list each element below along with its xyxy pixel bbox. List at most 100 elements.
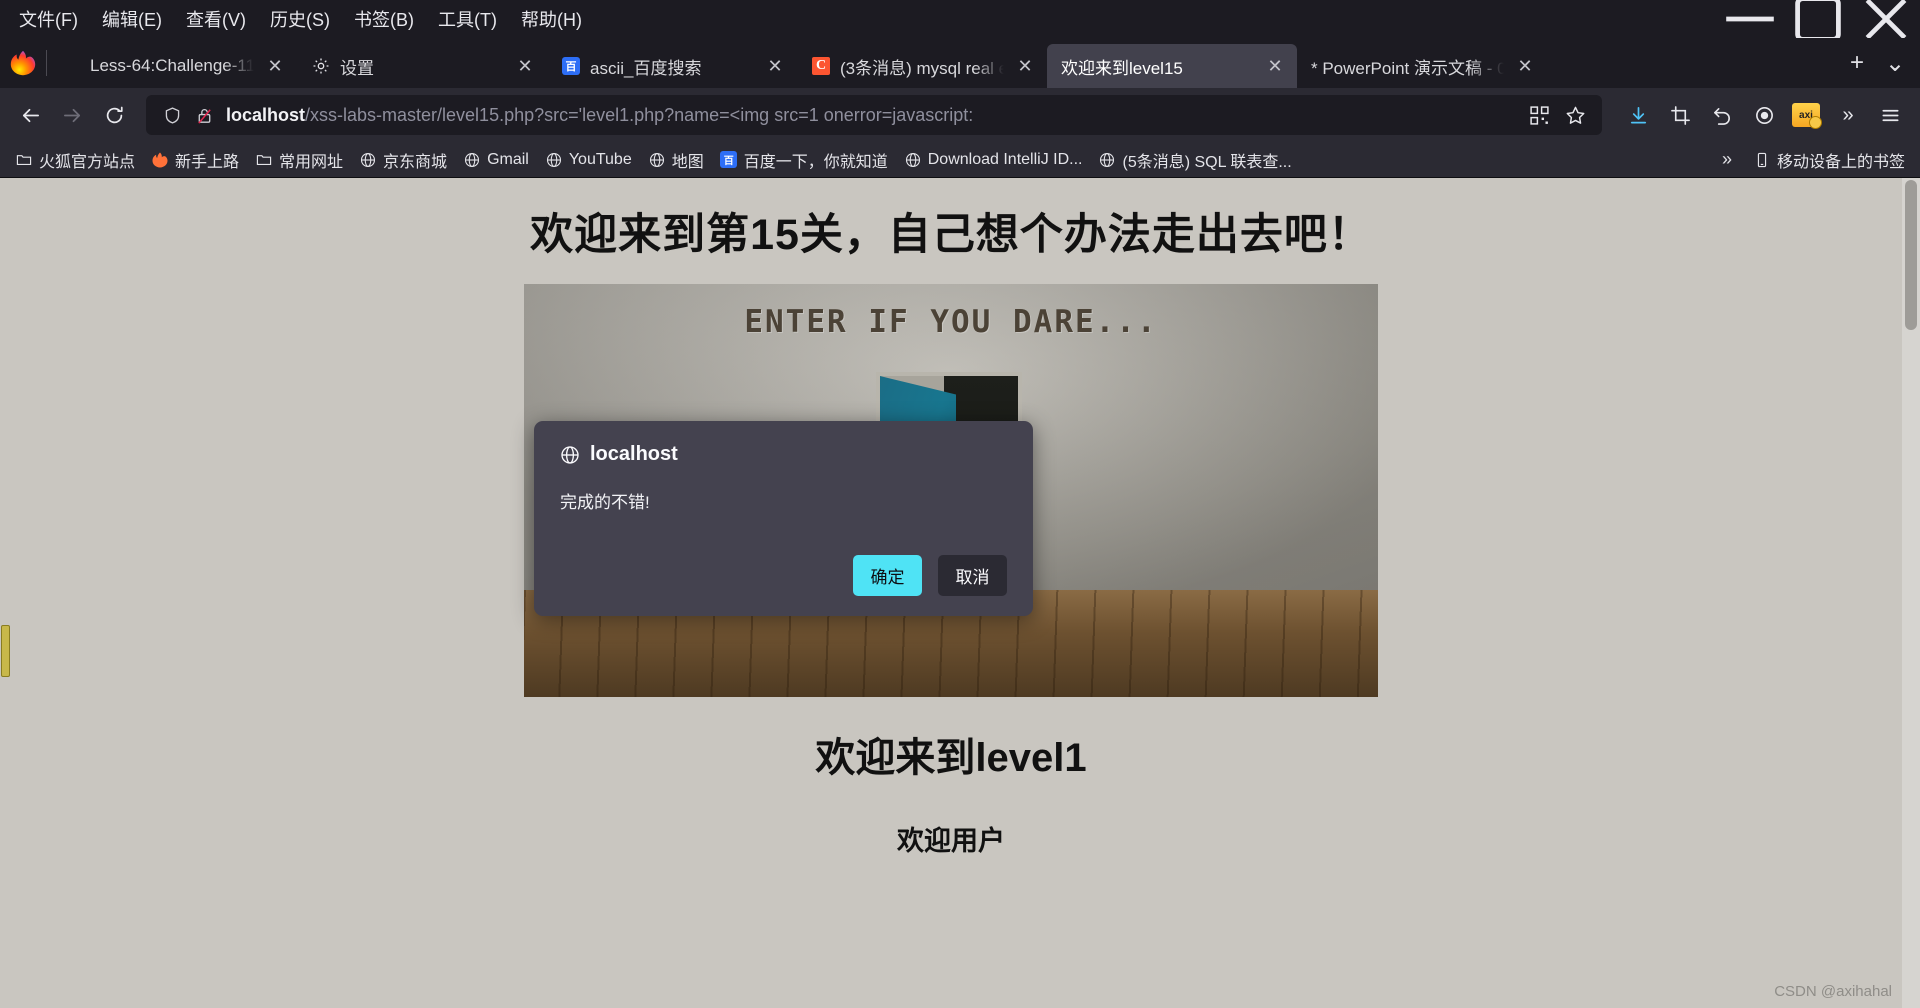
bookmark-label: Download IntelliJ ID...	[927, 150, 1083, 168]
globe-icon	[904, 151, 922, 169]
download-icon[interactable]	[1618, 95, 1658, 135]
csdn-icon: C	[811, 56, 831, 76]
browser-viewport: 欢迎来到第15关，自己想个办法走出去吧！ ENTER IF YOU DARE..…	[0, 178, 1920, 1008]
bookmark-item-jd[interactable]: 京东商城	[352, 144, 454, 176]
bookmarks-toolbar: 火狐官方站点 新手上路 常用网址 京东商城 Gmail YouTube 地图 百…	[0, 142, 1920, 178]
hamburger-menu-icon[interactable]	[1870, 95, 1910, 135]
undo-icon[interactable]	[1702, 95, 1742, 135]
url-bar[interactable]: localhost/xss-labs-master/level15.php?sr…	[146, 95, 1602, 135]
close-icon[interactable]	[1852, 0, 1920, 40]
default-page-icon	[61, 56, 81, 76]
url-path: /xss-labs-master/level15.php?src='level1…	[305, 104, 974, 125]
bookmark-label: 火狐官方站点	[39, 153, 136, 171]
bookmark-label: 百度一下，你就知道	[743, 153, 888, 171]
url-text[interactable]: localhost/xss-labs-master/level15.php?sr…	[220, 105, 1522, 126]
bookmark-item-maps[interactable]: 地图	[641, 144, 711, 176]
firefox-logo-icon	[0, 38, 46, 88]
tab-powerpoint[interactable]: * PowerPoint 演示文稿 - 02_ ✕	[1297, 44, 1547, 88]
lock-broken-icon[interactable]	[188, 99, 220, 131]
menu-item-bookmarks[interactable]: 书签(B)	[343, 2, 425, 36]
shield-icon[interactable]	[156, 99, 188, 131]
tab-level15[interactable]: 欢迎来到level15 ✕	[1047, 44, 1297, 88]
bookmarks-overflow-button[interactable]: »	[1710, 145, 1744, 175]
menu-bar: 文件(F) 编辑(E) 查看(V) 历史(S) 书签(B) 工具(T) 帮助(H…	[0, 2, 593, 36]
bookmark-item-baidu[interactable]: 百 百度一下，你就知道	[713, 144, 895, 176]
welcome-user-text: 欢迎用户	[897, 826, 1005, 856]
globe-icon	[463, 151, 481, 169]
tab-title: ascii_百度搜索	[590, 58, 702, 78]
tab-close-icon[interactable]: ✕	[1263, 54, 1287, 78]
new-tab-button[interactable]: +	[1838, 44, 1876, 82]
bookmark-label: 移动设备上的书签	[1776, 153, 1905, 171]
title-bar: 文件(F) 编辑(E) 查看(V) 历史(S) 书签(B) 工具(T) 帮助(H…	[0, 0, 1920, 42]
qr-code-icon[interactable]	[1522, 98, 1556, 132]
bookmark-item-mobile[interactable]: 移动设备上的书签	[1746, 144, 1912, 176]
back-arrow-icon[interactable]	[10, 95, 50, 135]
window-controls	[1716, 0, 1920, 42]
tab-baidu-ascii[interactable]: 百 ascii_百度搜索 ✕	[547, 44, 797, 88]
menu-item-view[interactable]: 查看(V)	[175, 2, 257, 36]
list-all-tabs-button[interactable]: ⌄	[1876, 44, 1914, 82]
extension-badge: axi	[1792, 103, 1822, 129]
url-bar-actions	[1522, 98, 1592, 132]
tab-csdn-mysql[interactable]: C (3条消息) mysql real esc ✕	[797, 44, 1047, 88]
watermark-text: CSDN @axihahal	[1774, 983, 1892, 1000]
bookmark-item-firefox-site[interactable]: 火狐官方站点	[8, 144, 142, 176]
tab-close-icon[interactable]: ✕	[1513, 54, 1537, 78]
bookmark-item-intellij[interactable]: Download IntelliJ ID...	[897, 147, 1090, 173]
tab-close-icon[interactable]: ✕	[763, 54, 787, 78]
reload-icon[interactable]	[94, 95, 134, 135]
tab-title: 设置	[340, 58, 374, 78]
url-host: localhost	[226, 104, 306, 125]
menu-item-help[interactable]: 帮助(H)	[510, 2, 593, 36]
baidu-icon: 百	[561, 56, 581, 76]
menu-item-history[interactable]: 历史(S)	[259, 2, 341, 36]
tab-title: 欢迎来到level15	[1061, 58, 1183, 78]
tab-title: * PowerPoint 演示文稿 - 02_	[1311, 58, 1504, 78]
star-icon[interactable]	[1558, 98, 1592, 132]
phone-icon	[1753, 151, 1771, 169]
crop-icon[interactable]	[1660, 95, 1700, 135]
tab-title: (3条消息) mysql real esc	[840, 58, 1004, 78]
image-caption-text: ENTER IF YOU DARE...	[744, 304, 1158, 340]
maximize-icon[interactable]	[1784, 0, 1852, 42]
globe-icon	[545, 151, 563, 169]
minimize-icon[interactable]	[1716, 0, 1784, 38]
page-subtitle: 欢迎来到level1	[815, 736, 1087, 780]
bookmark-item-getting-started[interactable]: 新手上路	[144, 144, 246, 176]
scrollbar-thumb[interactable]	[1905, 180, 1917, 330]
tab-less64[interactable]: Less-64:Challenge-11 ✕	[47, 44, 297, 88]
tab-close-icon[interactable]: ✕	[1013, 54, 1037, 78]
folder-icon	[15, 151, 33, 169]
page-left-marker[interactable]	[1, 625, 10, 677]
extension-axi-icon[interactable]: axi	[1786, 95, 1826, 135]
bookmark-label: 常用网址	[279, 153, 344, 171]
door-frame	[876, 372, 1022, 612]
bookmark-item-gmail[interactable]: Gmail	[456, 147, 536, 173]
tab-title: Less-64:Challenge-11	[90, 56, 254, 75]
menu-item-edit[interactable]: 编辑(E)	[91, 2, 173, 36]
menu-item-file[interactable]: 文件(F)	[8, 2, 89, 36]
menu-item-tools[interactable]: 工具(T)	[427, 2, 508, 36]
bookmark-item-youtube[interactable]: YouTube	[538, 147, 639, 173]
record-icon[interactable]	[1744, 95, 1784, 135]
bookmark-label: YouTube	[568, 150, 632, 168]
forward-arrow-icon[interactable]	[52, 95, 92, 135]
tab-close-icon[interactable]: ✕	[513, 54, 537, 78]
bookmark-label: (5条消息) SQL 联表查...	[1122, 153, 1292, 171]
page-content: 欢迎来到第15关，自己想个办法走出去吧！ ENTER IF YOU DARE..…	[0, 178, 1902, 1008]
firefox-icon	[151, 151, 169, 169]
toolbar-overflow-button[interactable]: »	[1828, 95, 1868, 135]
door-panel	[880, 376, 956, 608]
folder-icon	[255, 151, 273, 169]
gear-icon	[311, 56, 331, 76]
bookmark-item-sql-join[interactable]: (5条消息) SQL 联表查...	[1091, 144, 1298, 176]
tab-settings[interactable]: 设置 ✕	[297, 44, 547, 88]
page-title: 欢迎来到第15关，自己想个办法走出去吧！	[530, 211, 1372, 259]
tab-list: Less-64:Challenge-11 ✕ 设置 ✕ 百 ascii_百度搜索…	[47, 38, 1838, 88]
door-image: ENTER IF YOU DARE...	[524, 284, 1378, 697]
bookmark-item-common-sites[interactable]: 常用网址	[248, 144, 350, 176]
bookmark-label: Gmail	[487, 150, 529, 168]
vertical-scrollbar[interactable]	[1902, 178, 1920, 1008]
tab-close-icon[interactable]: ✕	[263, 54, 287, 78]
